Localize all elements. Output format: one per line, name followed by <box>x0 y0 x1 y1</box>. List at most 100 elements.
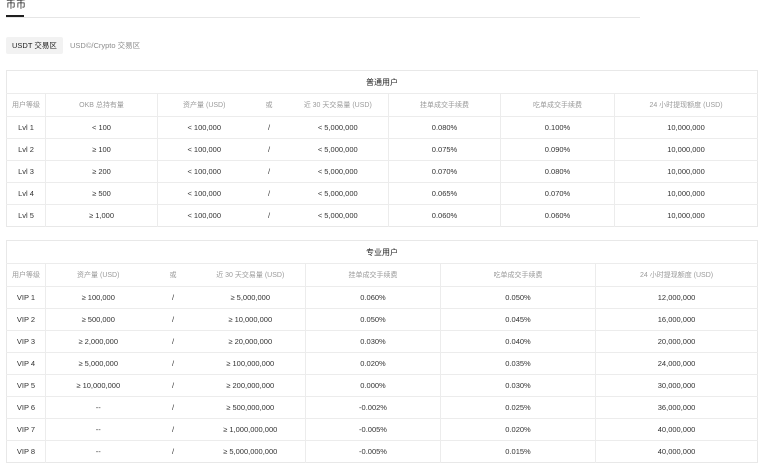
tab-usdc-crypto-zone[interactable]: USD©/Crypto 交易区 <box>68 37 142 54</box>
table-cell: / <box>150 330 196 353</box>
table-title-row: 普通用户 <box>6 70 758 94</box>
table-cell: ≥ 5,000,000,000 <box>195 440 306 463</box>
table-cell: / <box>267 211 271 220</box>
table-cell: ≥ 5,000,000 <box>45 352 151 375</box>
table-cell: 0.000% <box>305 374 441 397</box>
user-level-cell: Lvl 1 <box>6 116 46 139</box>
table-cell: 40,000,000 <box>595 418 758 441</box>
table-title-row: 专业用户 <box>6 240 758 264</box>
table-row: Lvl 1 < 100 < 100,000/< 5,000,000 0.080% 0.1… <box>6 116 758 139</box>
table-cell: < 100,000 <box>157 116 251 139</box>
table-cell: 0.040% <box>440 330 596 353</box>
table-cell: ≥ 500,000,000 <box>195 396 306 419</box>
table-cell: -0.002% <box>305 396 441 419</box>
table-cell: / <box>150 286 196 309</box>
table-row: VIP 5 ≥ 10,000,000/≥ 200,000,000 0.000% 0.0… <box>6 374 758 397</box>
table-row: VIP 7 -- / ≥ 1,000,000,000 -0.005% 0.020% 40,0… <box>6 418 758 441</box>
table-row: VIP 6 -- / ≥ 500,000,000 -0.002% 0.025% 36,000… <box>6 396 758 419</box>
table-row: Lvl 4 ≥ 500 < 100,000/< 5,000,000 0.065% 0.0… <box>6 182 758 205</box>
column-header: 用户等级 <box>6 263 46 287</box>
table-cell: < 100,000 <box>157 182 251 205</box>
table-cell: ≥ 100,000,000 <box>195 352 306 375</box>
table-cell: 16,000,000 <box>595 308 758 331</box>
table-cell: ≥ 1,000 <box>45 204 158 227</box>
table-cell: 0.080% <box>500 160 615 183</box>
column-header: 近 30 天交易量 (USD) <box>287 93 389 117</box>
table-cell: / <box>250 138 288 161</box>
table-cell: 0.065% <box>388 182 501 205</box>
table-title: 专业用户 <box>6 240 758 264</box>
table-cell: / <box>150 352 196 375</box>
table-row: VIP 1 ≥ 100,000/≥ 5,000,000 0.060% 0.050% 12… <box>6 286 758 309</box>
column-header: 或 <box>150 263 196 287</box>
table-cell: 0.050% <box>305 308 441 331</box>
user-level-cell: VIP 3 <box>6 330 46 353</box>
user-level-cell: VIP 5 <box>6 374 46 397</box>
table-cell: 0.070% <box>388 160 501 183</box>
table-cell: ≥ 2,000,000 <box>45 330 151 353</box>
table-cell: -- <box>45 418 151 441</box>
user-level-cell: VIP 4 <box>6 352 46 375</box>
table-cell: ≥ 20,000,000 <box>195 330 306 353</box>
table-cell: 0.030% <box>305 330 441 353</box>
table-cell: 0.015% <box>440 440 596 463</box>
column-header: 吃单成交手续费 <box>440 263 596 287</box>
column-header: OKB 总持有量 <box>45 93 158 117</box>
table-cell: ≥ 200 <box>45 160 158 183</box>
table-cell: 10,000,000 <box>614 182 758 205</box>
user-level-cell: VIP 7 <box>6 418 46 441</box>
column-header: 挂单成交手续费 <box>388 93 501 117</box>
table-cell: 10,000,000 <box>614 138 758 161</box>
table-cell: / <box>250 182 288 205</box>
column-header: 近 30 天交易量 (USD) <box>195 263 306 287</box>
column-header: 24 小时提现额度 (USD) <box>595 263 758 287</box>
table-cell: < 100,000 <box>157 138 251 161</box>
user-level-cell: VIP 8 <box>6 440 46 463</box>
table-cell: / <box>250 116 288 139</box>
table-cell: 10,000,000 <box>614 116 758 139</box>
table-cell: 10,000,000 <box>667 211 705 220</box>
table-cell: 0.060% <box>388 204 501 227</box>
table-cell: ≥ 5,000,000 <box>195 286 306 309</box>
column-header: 吃单成交手续费 <box>500 93 615 117</box>
table-cell: / <box>150 396 196 419</box>
user-level-cell: Lvl 2 <box>6 138 46 161</box>
table-cell: / <box>150 308 196 331</box>
table-cell: / <box>171 447 175 456</box>
table-row: VIP 3 ≥ 2,000,000/≥ 20,000,000 0.030% 0.040… <box>6 330 758 353</box>
table-cell: < 5,000,000 <box>287 138 389 161</box>
table-cell: / <box>150 418 196 441</box>
regular-user-fee-table: 普通用户 用户等级 OKB 总持有量 资产量 (USD) 或近 30 天交易量 (USD… <box>6 70 758 227</box>
table-cell: 24,000,000 <box>595 352 758 375</box>
table-row: Lvl 3 ≥ 200 < 100,000/< 5,000,000 0.070% 0.0… <box>6 160 758 183</box>
table-cell: 0.035% <box>440 352 596 375</box>
table-cell: -- <box>95 447 101 456</box>
spot-tab-title[interactable]: 币币 <box>6 0 26 12</box>
table-cell: < 5,000,000 <box>287 160 389 183</box>
table-cell: 0.100% <box>500 116 615 139</box>
table-header-row: 用户等级 OKB 总持有量 资产量 (USD) 或近 30 天交易量 (USD) 挂单成… <box>6 93 758 117</box>
table-cell: < 100,000 <box>157 160 251 183</box>
table-cell: / <box>250 160 288 183</box>
user-level-cell: VIP 1 <box>6 286 46 309</box>
table-cell: ≥ 10,000,000 <box>45 374 151 397</box>
column-header: 资产量 (USD) <box>157 93 251 117</box>
tab-divider <box>6 17 640 18</box>
table-header-row: 用户等级 资产量 (USD) 或近 30 天交易量 (USD) 挂单成交手续费 吃单成交… <box>6 263 758 287</box>
table-cell: -- <box>45 396 151 419</box>
column-header: 资产量 (USD) <box>45 263 151 287</box>
tab-usdt-zone[interactable]: USDT 交易区 <box>6 37 63 54</box>
table-cell: ≥ 500 <box>45 182 158 205</box>
column-header: 用户等级 <box>6 93 46 117</box>
table-cell: 20,000,000 <box>595 330 758 353</box>
table-cell: 0.075% <box>388 138 501 161</box>
table-cell: 0.070% <box>500 182 615 205</box>
table-title: 普通用户 <box>6 70 758 94</box>
user-level-cell: Lvl 3 <box>6 160 46 183</box>
table-cell: ≥ 100 <box>45 138 158 161</box>
table-row: Lvl 2 ≥ 100 < 100,000/< 5,000,000 0.075% 0.0… <box>6 138 758 161</box>
table-cell: ≥ 200,000,000 <box>195 374 306 397</box>
table-cell: 40,000,000 <box>657 447 696 456</box>
table-row: VIP 4 ≥ 5,000,000/≥ 100,000,000 0.020% 0.03… <box>6 352 758 375</box>
table-cell: 10,000,000 <box>614 160 758 183</box>
